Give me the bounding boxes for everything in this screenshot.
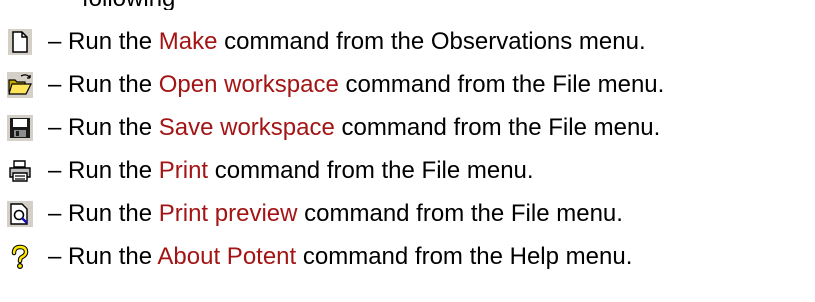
row-text: – Run the [48,71,159,98]
menu-name: File [552,71,591,98]
row-description: – Run the Print preview command from the… [40,200,623,228]
toolbar-row-open-workspace: – Run the Open workspace command from th… [0,65,815,105]
row-text: command from the [338,71,553,98]
print-preview-icon[interactable] [0,194,40,234]
row-text: command from the [296,243,510,270]
menu-name: Help [509,243,559,270]
row-description: – Run the About Potent command from the … [40,243,632,271]
row-description: – Run the Print command from the File me… [40,157,534,185]
partial-heading-line: following [0,0,815,10]
command-link-open-workspace[interactable]: Open workspace [159,71,339,98]
row-text: command from the [334,114,549,141]
save-disk-icon[interactable] [0,108,40,148]
menu-name: File [421,157,461,184]
row-text: menu. [558,243,633,270]
row-description: – Run the Make command from the Observat… [40,28,646,56]
row-text: command from the [208,157,422,184]
row-text: menu. [549,200,623,227]
row-text: – Run the [48,28,159,55]
command-link-make[interactable]: Make [159,28,218,55]
menu-name: Observations [430,28,573,55]
menu-name: File [548,114,587,141]
row-description: – Run the Save workspace command from th… [40,114,660,142]
command-link-print[interactable]: Print [159,157,208,184]
command-link-save-workspace[interactable]: Save workspace [159,114,335,141]
toolbar-row-about-potent: – Run the About Potent command from the … [0,237,815,277]
row-text: menu. [572,28,646,55]
command-link-print-preview[interactable]: Print preview [159,200,298,227]
row-text: menu. [460,157,534,184]
row-text: – Run the [48,243,158,270]
row-text: command from the [217,28,431,55]
row-description: – Run the Open workspace command from th… [40,71,664,99]
toolbar-row-print: – Run the Print command from the File me… [0,151,815,191]
row-text: – Run the [48,114,159,141]
toolbar-row-print-preview: – Run the Print preview command from the… [0,194,815,234]
printer-icon[interactable] [0,151,40,191]
command-link-about-potent[interactable]: About Potent [157,243,296,270]
row-text: menu. [586,114,661,141]
row-text: – Run the [48,157,159,184]
about-help-icon[interactable] [0,237,40,277]
open-folder-icon[interactable] [0,65,40,105]
menu-name: File [510,200,550,227]
partial-heading-text: following [82,0,175,10]
toolbar-row-make: – Run the Make command from the Observat… [0,22,815,62]
row-text: – Run the [48,200,159,227]
new-document-icon[interactable] [0,22,40,62]
toolbar-row-save-workspace: – Run the Save workspace command from th… [0,108,815,148]
row-text: menu. [590,71,665,98]
row-text: command from the [297,200,511,227]
